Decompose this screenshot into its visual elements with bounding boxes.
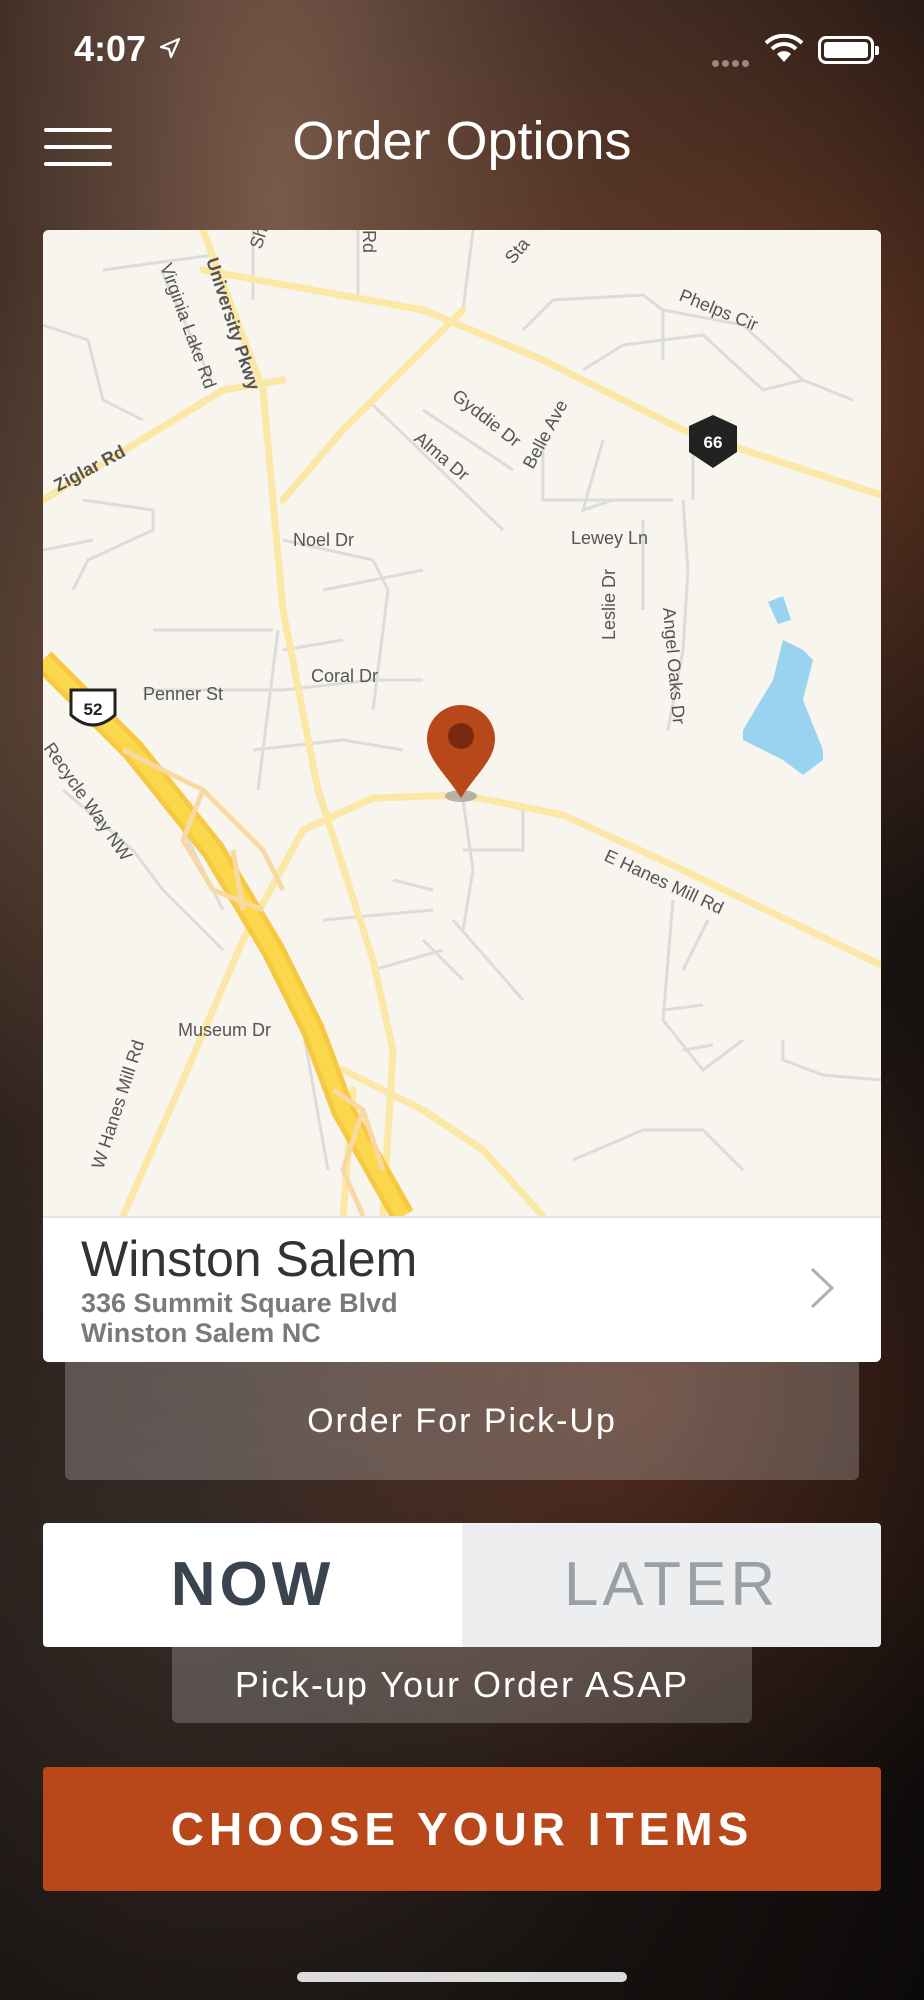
map-label: Penner St bbox=[143, 684, 223, 704]
map-label: Lewey Ln bbox=[571, 528, 648, 548]
home-indicator[interactable] bbox=[297, 1972, 627, 1982]
later-option[interactable]: LATER bbox=[462, 1523, 881, 1647]
store-location-card: University Pkwy Virginia Lake Rd Ziglar … bbox=[43, 230, 881, 1362]
us-route-52-shield: 52 bbox=[69, 688, 117, 727]
map-graphic: University Pkwy Virginia Lake Rd Ziglar … bbox=[43, 230, 881, 1216]
svg-text:52: 52 bbox=[84, 700, 103, 719]
svg-text:66: 66 bbox=[704, 433, 723, 452]
battery-icon bbox=[818, 36, 879, 64]
store-map[interactable]: University Pkwy Virginia Lake Rd Ziglar … bbox=[43, 230, 881, 1216]
signal-icon bbox=[712, 54, 752, 72]
timing-description: Pick-up Your Order ASAP bbox=[172, 1647, 752, 1723]
chevron-right-icon bbox=[810, 1267, 835, 1309]
store-address-line1: 336 Summit Square Blvd bbox=[81, 1288, 398, 1318]
status-time: 4:07 bbox=[74, 28, 147, 69]
map-label: Coral Dr bbox=[311, 666, 378, 686]
timing-segmented-control: NOW LATER bbox=[43, 1523, 881, 1647]
map-label: Noel Dr bbox=[293, 530, 354, 550]
store-address-line2: Winston Salem NC bbox=[81, 1318, 321, 1348]
map-label: Museum Dr bbox=[178, 1020, 271, 1040]
now-option[interactable]: NOW bbox=[43, 1523, 462, 1647]
page-title: Order Options bbox=[292, 111, 632, 171]
wifi-icon bbox=[764, 34, 804, 62]
store-info-row[interactable]: Winston Salem 336 Summit Square Blvd Win… bbox=[43, 1216, 881, 1362]
map-label: Leslie Dr bbox=[599, 569, 619, 640]
status-bar: 4:07 bbox=[0, 0, 924, 100]
order-for-pickup-button[interactable]: Order For Pick-Up bbox=[65, 1362, 859, 1480]
map-label: Rd bbox=[359, 230, 379, 253]
store-name: Winston Salem bbox=[81, 1231, 418, 1287]
location-arrow-icon bbox=[159, 37, 181, 59]
choose-your-items-button[interactable]: CHOOSE YOUR ITEMS bbox=[43, 1767, 881, 1891]
